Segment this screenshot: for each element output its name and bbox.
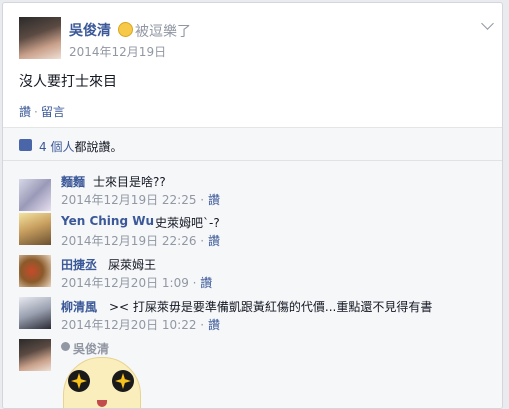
commenter-name[interactable]: 麵麵	[61, 173, 85, 190]
commenter-avatar[interactable]	[19, 297, 51, 329]
comment-text: 史萊姆吧`-?	[155, 216, 220, 230]
comment-like-link[interactable]: 讚	[208, 318, 220, 332]
edit-icon	[61, 342, 70, 351]
commenter-name[interactable]: 田捷丞	[61, 256, 97, 273]
comment-meta: 2014年12月19日 22:26 · 讚	[61, 234, 220, 248]
commenter-name[interactable]: Yen Ching Wu	[61, 214, 154, 228]
comment-like-link[interactable]: 讚	[208, 193, 220, 207]
likes-suffix: 都說讚。	[74, 140, 123, 154]
post-timestamp[interactable]: 2014年12月19日	[69, 43, 166, 60]
comment-meta: 2014年12月20日 1:09 · 讚	[61, 276, 213, 290]
comment-text: >< 打屎萊毋是要準備凱跟黃紅傷的代價...重點還不見得有書	[109, 300, 433, 314]
comment-link[interactable]: 留言	[41, 105, 65, 119]
comment-text: 屎萊姆王	[108, 258, 157, 272]
separator: ·	[34, 105, 38, 119]
comment-timestamp[interactable]: 2014年12月20日 1:09	[61, 276, 189, 290]
star-eyes-sticker	[63, 357, 141, 408]
comment-timestamp[interactable]: 2014年12月20日 10:22	[61, 318, 196, 332]
comment-timestamp[interactable]: 2014年12月19日 22:25	[61, 193, 196, 207]
post-actions: 讚 · 留言	[19, 103, 65, 120]
comments-section: 麵麵 士來目是啥?? 2014年12月19日 22:25 · 讚 Yen Chi…	[3, 161, 502, 408]
commenter-name[interactable]: 柳清風	[61, 298, 97, 315]
post-card: 吳俊清 被逗樂了 2014年12月19日 沒人要打士來目 讚 · 留言 4 個人都說…	[2, 2, 503, 409]
comment-like-link[interactable]: 讚	[200, 276, 212, 290]
feeling-text: 被逗樂了	[135, 24, 191, 40]
commenter-avatar[interactable]	[19, 179, 51, 211]
comment-meta: 2014年12月20日 10:22 · 讚	[61, 318, 220, 332]
commenter-avatar[interactable]	[19, 255, 51, 287]
likes-summary: 4 個人都說讚。	[39, 138, 122, 155]
comment-meta: 2014年12月19日 22:25 · 讚	[61, 193, 220, 207]
like-link[interactable]: 讚	[19, 105, 31, 119]
author-name[interactable]: 吳俊清	[69, 20, 111, 40]
composer-name: 吳俊清	[73, 342, 110, 356]
sticker-mouth	[97, 400, 107, 407]
thumbs-up-icon	[19, 139, 32, 151]
composer-avatar[interactable]	[19, 339, 51, 371]
star-eye-icon	[112, 370, 134, 392]
star-eye-icon	[68, 370, 90, 392]
post-body: 沒人要打士來目	[19, 74, 117, 90]
author-avatar[interactable]	[19, 17, 61, 59]
commenter-avatar[interactable]	[19, 213, 51, 245]
comment-text: 士來目是啥??	[93, 175, 166, 189]
likes-bar: 4 個人都說讚。	[3, 128, 502, 161]
comment-timestamp[interactable]: 2014年12月19日 22:26	[61, 234, 196, 248]
smiley-emoji-icon	[118, 22, 133, 37]
likes-count-link[interactable]: 4 個人	[39, 140, 74, 154]
chevron-down-icon[interactable]	[481, 17, 494, 30]
comment-like-link[interactable]: 讚	[208, 234, 220, 248]
